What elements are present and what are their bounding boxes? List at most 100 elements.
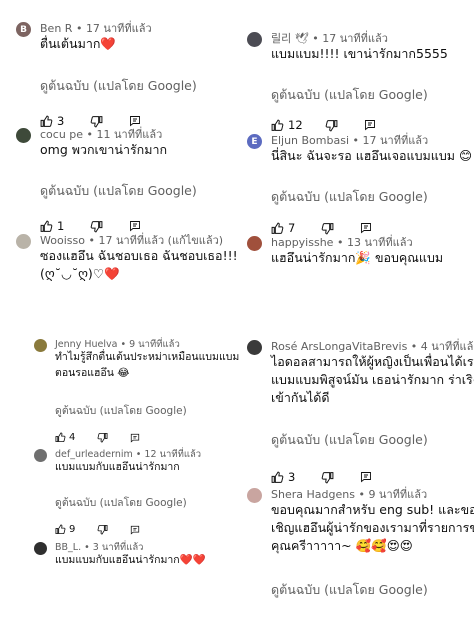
thumbs-down-icon (325, 119, 338, 131)
avatar[interactable] (16, 128, 31, 143)
see-original-link[interactable]: ดูต้นฉบับ (แปลโดย Google) (40, 181, 197, 201)
comment-time[interactable]: 17 นาทีที่แล้ว (322, 32, 388, 45)
comment-author[interactable]: Ben R (40, 22, 72, 35)
dislike-button[interactable] (321, 222, 334, 235)
avatar[interactable]: E (247, 134, 262, 149)
comment-author[interactable]: happyisshe (271, 236, 333, 249)
comment-author[interactable]: Jenny Huelva (55, 339, 117, 350)
like-button[interactable] (271, 222, 284, 235)
see-original-link[interactable]: ดูต้นฉบับ (แปลโดย Google) (40, 76, 197, 96)
comment-text: omg พวกเขาน่ารักมาก (40, 142, 168, 158)
comment-author[interactable]: def_urleadernim (55, 449, 133, 460)
dislike-button[interactable] (90, 220, 103, 233)
dislike-button[interactable] (325, 119, 338, 132)
avatar[interactable] (16, 234, 31, 249)
comment-text: แฮอึนน่ารักมาก🎉 ขอบคุณแบม (271, 250, 444, 266)
like-button[interactable] (271, 471, 284, 484)
reply-icon (130, 221, 141, 232)
like-count: 4 (69, 432, 76, 443)
see-original-link[interactable]: ดูต้นฉบับ (แปลโดย Google) (271, 430, 428, 450)
separator-dot: • (86, 128, 94, 141)
avatar[interactable] (34, 449, 47, 462)
like-button[interactable] (40, 220, 53, 233)
reply-icon (364, 120, 375, 131)
see-original-link[interactable]: ดูต้นฉบับ (แปลโดย Google) (271, 187, 428, 207)
thumbs-up-icon (271, 471, 284, 483)
comment-text: นี่สินะ ฉันจะรอ แฮอึนเจอแบมแบม 😊 (271, 148, 473, 164)
like-button[interactable] (271, 119, 284, 132)
reply-icon (131, 433, 140, 443)
separator-dot: • (358, 488, 365, 501)
avatar[interactable] (247, 32, 262, 47)
comment-time[interactable]: 4 นาทีที่แล้ว (421, 340, 474, 353)
comment-time[interactable]: 9 นาทีที่แล้ว (368, 488, 427, 501)
comment-time[interactable]: 9 นาทีที่แล้ว (129, 339, 180, 350)
like-button[interactable] (55, 432, 66, 443)
see-original-link[interactable]: ดูต้นฉบับ (แปลโดย Google) (55, 494, 187, 511)
comment-author[interactable]: Eljun Bombasi (271, 134, 349, 147)
thumbs-down-icon (322, 222, 334, 234)
thumbs-down-icon (91, 220, 103, 232)
reply-button[interactable] (129, 220, 141, 232)
like-count: 9 (69, 524, 76, 535)
thumbs-down-icon (97, 524, 108, 535)
comment-text: แบมแบม!!!! เขาน่ารักมาก5555 (271, 46, 448, 62)
comment-time[interactable]: 17 นาทีที่แล้ว (แก้ไขแล้ว) (98, 234, 223, 247)
like-button[interactable] (40, 115, 53, 128)
comment-text: ตื่นเต้นมาก❤️ (40, 36, 116, 52)
separator-dot: • (120, 339, 127, 350)
thumbs-up-icon (40, 115, 53, 127)
avatar[interactable]: B (16, 22, 31, 37)
like-count: 12 (288, 118, 303, 132)
comment-time[interactable]: 17 นาทีที่แล้ว (363, 134, 429, 147)
avatar[interactable] (247, 340, 262, 355)
like-count: 3 (288, 470, 296, 484)
dislike-button[interactable] (90, 115, 103, 128)
comment-author[interactable]: Rosé ArsLongaVitaBrevis (271, 340, 407, 353)
comment-author[interactable]: cocu pe (40, 128, 83, 141)
avatar[interactable] (34, 339, 47, 352)
comment-time[interactable]: 3 นาทีที่แล้ว (93, 542, 144, 553)
reply-button[interactable] (129, 115, 141, 127)
see-original-link[interactable]: ดูต้นฉบับ (แปลโดย Google) (55, 402, 187, 419)
reply-icon (130, 116, 141, 127)
comment-time[interactable]: 13 นาทีที่แล้ว (347, 236, 413, 249)
see-original-link[interactable]: ดูต้นฉบับ (แปลโดย Google) (271, 85, 428, 105)
like-count: 1 (57, 219, 65, 233)
separator-dot: • (135, 449, 142, 460)
see-original-link[interactable]: ดูต้นฉบับ (แปลโดย Google) (271, 580, 428, 600)
comment-author[interactable]: 릴리 🕊 (271, 32, 309, 45)
comment-author[interactable]: BB_L. (55, 542, 81, 553)
thumbs-up-icon (271, 119, 284, 131)
comment-time[interactable]: 11 นาทีที่แล้ว (97, 128, 163, 141)
thumbs-down-icon (322, 471, 334, 483)
separator-dot: • (75, 22, 83, 35)
reply-button[interactable] (364, 119, 376, 131)
comment-text: ซองแฮอึน ฉันชอบเธอ ฉันชอบเธอ!!! (ღ˘◡˘ღ)♡❤… (40, 248, 238, 282)
reply-button[interactable] (130, 433, 140, 443)
separator-dot: • (352, 134, 360, 147)
dislike-button[interactable] (97, 524, 108, 535)
reply-button[interactable] (360, 222, 372, 234)
separator-dot: • (312, 32, 319, 45)
reply-button[interactable] (130, 525, 140, 535)
avatar[interactable] (247, 236, 262, 251)
avatar[interactable] (247, 488, 262, 503)
dislike-button[interactable] (97, 432, 108, 443)
dislike-button[interactable] (321, 471, 334, 484)
thumbs-up-icon (55, 432, 66, 443)
avatar[interactable] (34, 542, 47, 555)
thumbs-up-icon (40, 220, 53, 232)
comment-time[interactable]: 17 นาทีที่แล้ว (86, 22, 152, 35)
reply-button[interactable] (360, 471, 372, 483)
like-count: 7 (288, 221, 296, 235)
comment-author[interactable]: Wooisso (40, 234, 85, 247)
comment-text: ทำไมรู้สึกตื่นเต้นประหม่าเหมือนแบมแบม ตอน… (55, 351, 240, 379)
like-button[interactable] (55, 524, 66, 535)
comment-author[interactable]: Shera Hadgens (271, 488, 355, 501)
separator-dot: • (88, 234, 95, 247)
comment-time[interactable]: 12 นาทีที่แล้ว (144, 449, 201, 460)
comment-text: แบมแบมกับแฮอึนน่ารักมาก❤️❤️ (55, 554, 206, 567)
thumbs-up-icon (271, 222, 284, 234)
separator-dot: • (410, 340, 418, 353)
